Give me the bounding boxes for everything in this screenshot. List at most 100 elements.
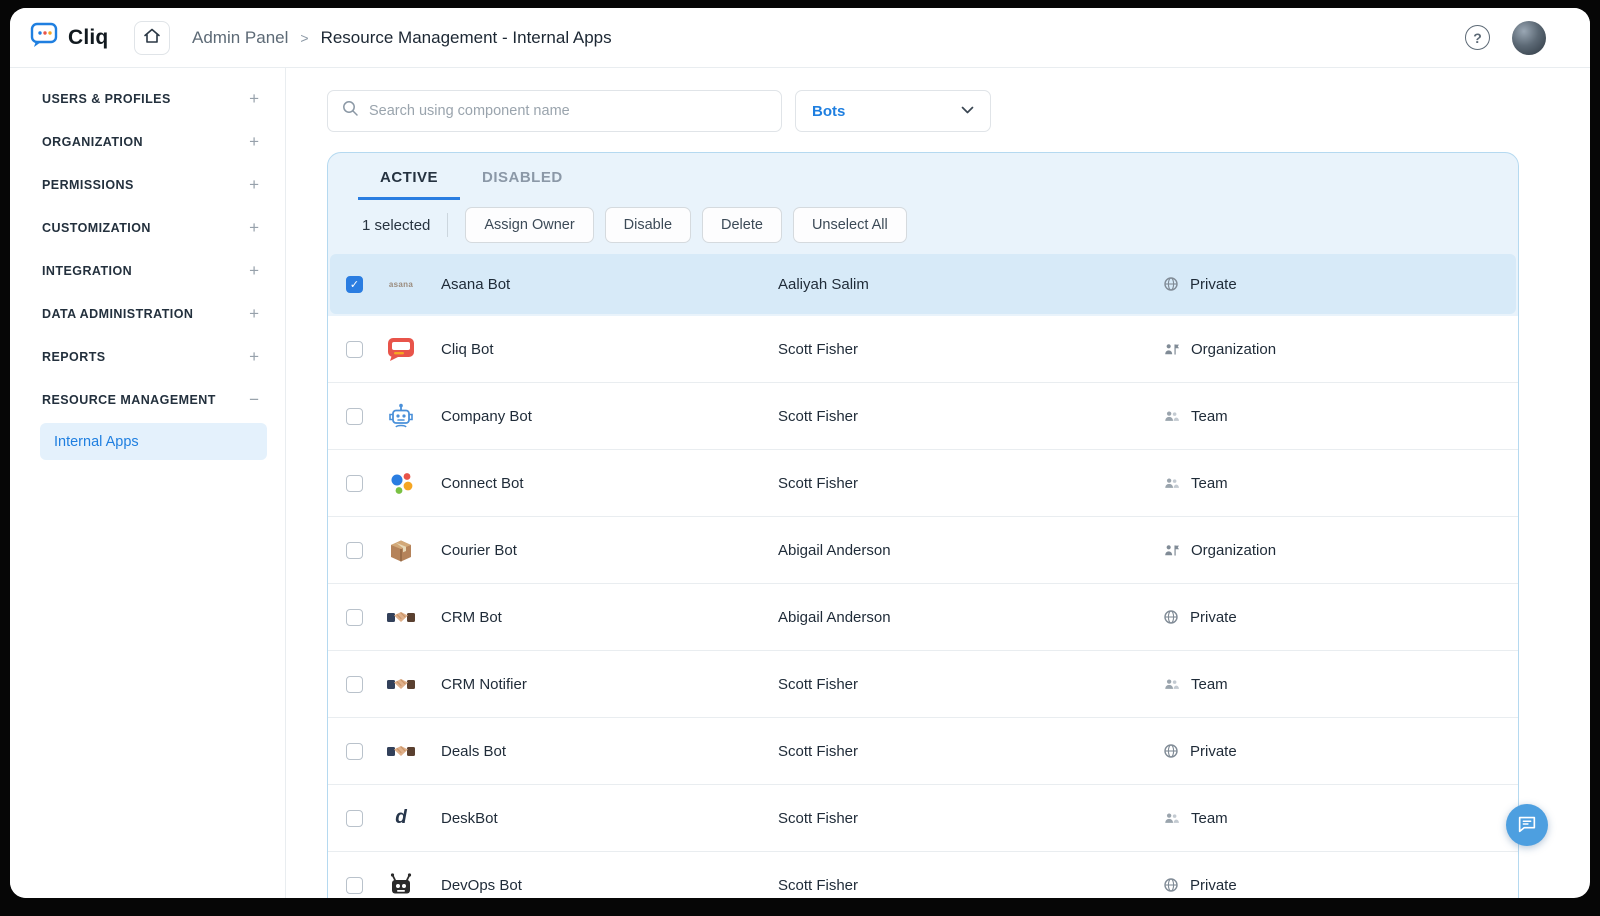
- sidebar-item-label: INTEGRATION: [42, 264, 132, 278]
- collapse-icon[interactable]: −: [249, 391, 259, 408]
- expand-icon[interactable]: +: [249, 133, 259, 150]
- scope-label: Private: [1190, 743, 1237, 760]
- row-checkbox[interactable]: [346, 408, 363, 425]
- table-row[interactable]: DevOps BotScott FisherPrivate: [328, 852, 1518, 898]
- user-avatar[interactable]: [1512, 21, 1546, 55]
- sidebar-item-resource-management[interactable]: RESOURCE MANAGEMENT −: [10, 378, 285, 421]
- expand-icon[interactable]: +: [249, 176, 259, 193]
- table-row[interactable]: Cliq BotScott FisherOrganization: [328, 316, 1518, 383]
- scope-cell: Private: [1163, 743, 1237, 760]
- row-checkbox[interactable]: ✓: [346, 276, 363, 293]
- search-input[interactable]: [369, 103, 767, 119]
- components-panel: ACTIVE DISABLED 1 selected Assign Owner …: [327, 152, 1519, 898]
- row-checkbox[interactable]: [346, 676, 363, 693]
- team-icon: [1163, 409, 1180, 423]
- bot-name: Asana Bot: [441, 276, 778, 293]
- breadcrumb-admin-panel[interactable]: Admin Panel: [192, 28, 288, 48]
- organization-icon: [1163, 342, 1180, 357]
- owner-name: Scott Fisher: [778, 475, 1163, 492]
- disable-button[interactable]: Disable: [605, 207, 691, 243]
- row-checkbox[interactable]: [346, 877, 363, 894]
- table-row[interactable]: ✓asanaAsana BotAaliyah SalimPrivate: [330, 254, 1516, 314]
- breadcrumb-separator: >: [300, 30, 308, 46]
- table-row[interactable]: dDeskBotScott FisherTeam: [328, 785, 1518, 852]
- row-checkbox[interactable]: [346, 341, 363, 358]
- row-checkbox[interactable]: [346, 609, 363, 626]
- table-row[interactable]: Deals BotScott FisherPrivate: [328, 718, 1518, 785]
- component-type-dropdown[interactable]: Bots: [795, 90, 991, 132]
- tab-disabled[interactable]: DISABLED: [460, 169, 585, 200]
- sidebar-item-organization[interactable]: ORGANIZATION+: [10, 120, 285, 163]
- sidebar-item-users-profiles[interactable]: USERS & PROFILES+: [10, 77, 285, 120]
- scope-cell: Organization: [1163, 341, 1276, 358]
- delete-button[interactable]: Delete: [702, 207, 782, 243]
- table-row[interactable]: CRM BotAbigail AndersonPrivate: [328, 584, 1518, 651]
- scope-label: Organization: [1191, 542, 1276, 559]
- bot-name: Company Bot: [441, 408, 778, 425]
- selection-toolbar: 1 selected Assign Owner Disable Delete U…: [328, 200, 1518, 254]
- row-checkbox[interactable]: [346, 475, 363, 492]
- owner-name: Scott Fisher: [778, 743, 1163, 760]
- row-checkbox[interactable]: [346, 810, 363, 827]
- assign-owner-button[interactable]: Assign Owner: [465, 207, 593, 243]
- sidebar-item-label: PERMISSIONS: [42, 178, 134, 192]
- chat-bubble-icon: [1516, 813, 1538, 838]
- handshake-icon: [383, 733, 419, 769]
- cliq-logo-icon: [30, 21, 60, 54]
- chat-fab-button[interactable]: [1506, 804, 1548, 846]
- sidebar-item-permissions[interactable]: PERMISSIONS +: [10, 163, 285, 206]
- expand-icon[interactable]: +: [249, 305, 259, 322]
- scope-cell: Organization: [1163, 542, 1276, 559]
- package-icon: [383, 532, 419, 568]
- scope-label: Team: [1191, 475, 1228, 492]
- owner-name: Aaliyah Salim: [778, 276, 1163, 293]
- bot-name: Connect Bot: [441, 475, 778, 492]
- bot-name: Cliq Bot: [441, 341, 778, 358]
- tab-active[interactable]: ACTIVE: [358, 169, 460, 200]
- expand-icon[interactable]: +: [249, 348, 259, 365]
- dropdown-value: Bots: [812, 103, 845, 120]
- owner-name: Abigail Anderson: [778, 542, 1163, 559]
- expand-icon[interactable]: +: [249, 262, 259, 279]
- app-window: Cliq Admin Panel > Resource Management -…: [10, 8, 1590, 898]
- scope-label: Private: [1190, 609, 1237, 626]
- breadcrumb: Admin Panel > Resource Management - Inte…: [192, 28, 612, 48]
- scope-cell: Private: [1163, 609, 1237, 626]
- table-row[interactable]: Company BotScott Fisher Team: [328, 383, 1518, 450]
- home-button[interactable]: [134, 21, 170, 55]
- help-icon[interactable]: ?: [1465, 25, 1490, 50]
- sidebar-item-data-administration[interactable]: DATA ADMINISTRATION +: [10, 292, 285, 335]
- chevron-down-icon: [961, 102, 974, 120]
- owner-name: Scott Fisher: [778, 676, 1163, 693]
- sidebar-subitem-internal-apps[interactable]: Internal Apps: [40, 423, 267, 460]
- scope-label: Team: [1191, 810, 1228, 827]
- expand-icon[interactable]: +: [249, 219, 259, 236]
- scope-cell: Team: [1163, 475, 1228, 492]
- scope-label: Organization: [1191, 341, 1276, 358]
- breadcrumb-current-page: Resource Management - Internal Apps: [321, 28, 612, 48]
- table-row[interactable]: CRM NotifierScott FisherTeam: [328, 651, 1518, 718]
- sidebar-list: USERS & PROFILES+ORGANIZATION+PERMISSION…: [10, 77, 285, 460]
- owner-name: Scott Fisher: [778, 408, 1163, 425]
- globe-icon: [1163, 609, 1179, 625]
- row-checkbox[interactable]: [346, 542, 363, 559]
- bot-name: DevOps Bot: [441, 877, 778, 894]
- logo-text: Cliq: [68, 26, 108, 50]
- unselect-all-button[interactable]: Unselect All: [793, 207, 907, 243]
- expand-icon[interactable]: +: [249, 90, 259, 107]
- row-checkbox[interactable]: [346, 743, 363, 760]
- sidebar-item-reports[interactable]: REPORTS+: [10, 335, 285, 378]
- scope-cell: Team: [1163, 810, 1228, 827]
- owner-name: Scott Fisher: [778, 877, 1163, 894]
- robot-dark-icon: [383, 867, 419, 898]
- table-row[interactable]: Connect BotScott Fisher Team: [328, 450, 1518, 517]
- sidebar-item-customization[interactable]: CUSTOMIZATION+: [10, 206, 285, 249]
- table-row[interactable]: Courier BotAbigail AndersonOrganization: [328, 517, 1518, 584]
- sidebar-item-label: RESOURCE MANAGEMENT: [42, 393, 216, 407]
- sidebar-item-label: DATA ADMINISTRATION: [42, 307, 193, 321]
- organization-icon: [1163, 543, 1180, 558]
- sidebar-item-integration[interactable]: INTEGRATION +: [10, 249, 285, 292]
- connect-logo-icon: [383, 465, 419, 501]
- scope-label: Team: [1191, 408, 1228, 425]
- search-icon: [342, 100, 359, 122]
